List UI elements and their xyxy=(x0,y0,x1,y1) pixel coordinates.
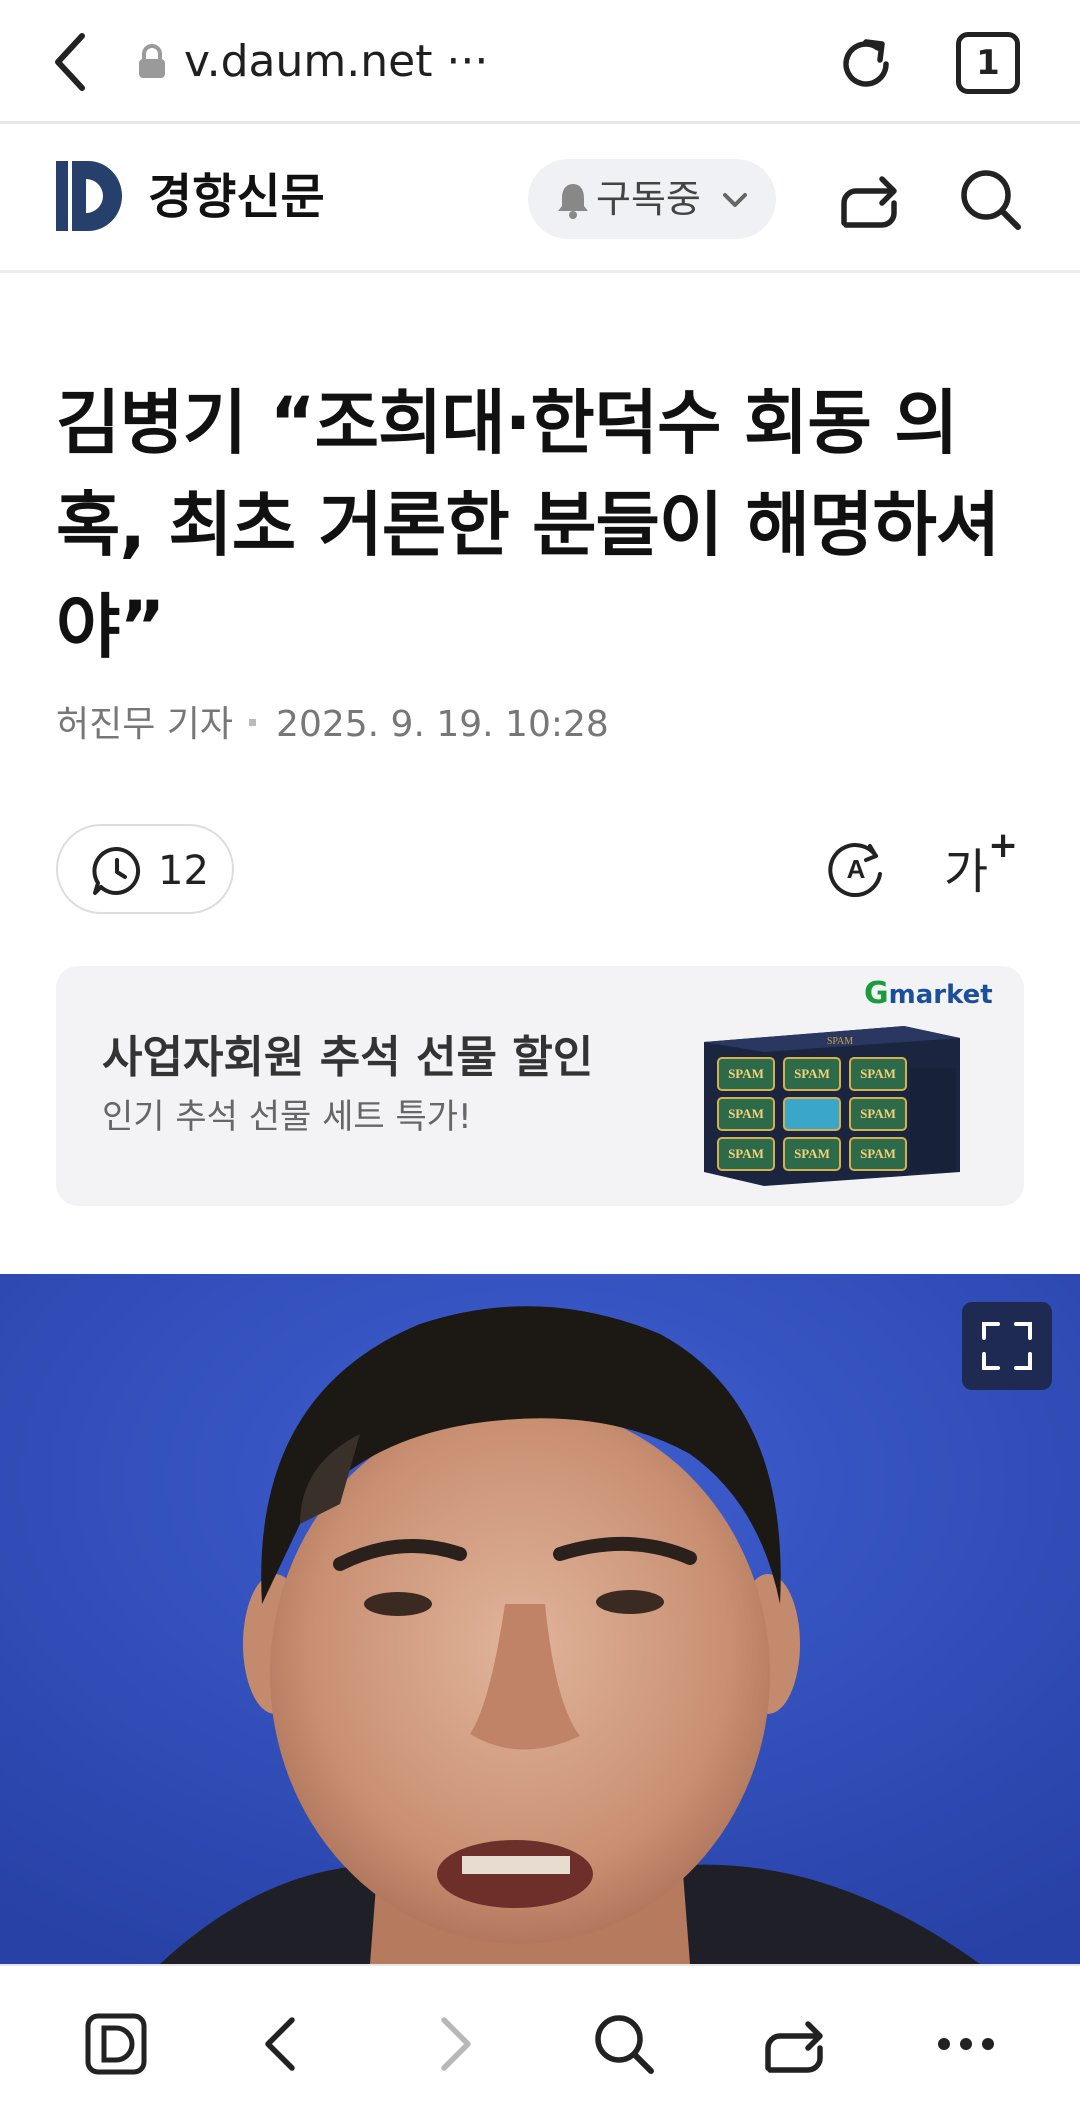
search-icon[interactable] xyxy=(956,165,1024,233)
expand-photo-button[interactable] xyxy=(962,1302,1052,1390)
chevron-down-icon xyxy=(723,193,747,207)
expand-icon xyxy=(982,1322,1032,1370)
gmarket-logo: Gmarket xyxy=(864,976,993,1011)
article-headline: 김병기 “조희대·한덕수 회동 의혹, 최초 거론한 분들이 해명하셔야” xyxy=(56,382,1000,668)
lock-icon xyxy=(139,44,165,78)
svg-text:SPAM: SPAM xyxy=(794,1066,830,1081)
font-size-label: 가 xyxy=(944,844,989,900)
portrait-illustration xyxy=(0,1274,1080,1964)
share-icon[interactable] xyxy=(836,167,902,233)
svg-text:SPAM: SPAM xyxy=(728,1066,764,1081)
subscribe-label: 구독중 xyxy=(596,177,701,221)
article-photo[interactable] xyxy=(0,1274,1080,1964)
svg-text:SPAM: SPAM xyxy=(728,1106,764,1121)
browser-url-bar: v.daum.net ··· 1 xyxy=(0,0,1080,124)
svg-text:SPAM: SPAM xyxy=(860,1066,896,1081)
svg-text:SPAM: SPAM xyxy=(860,1146,896,1161)
meta-separator xyxy=(249,718,257,726)
subscribe-button[interactable]: 구독중 xyxy=(528,159,776,239)
ad-banner[interactable]: Gmarket 사업자회원 추석 선물 할인 인기 추석 선물 세트 특가! S… xyxy=(56,966,1024,1206)
font-size-button[interactable]: 가 + xyxy=(944,826,1024,902)
url-text[interactable]: v.daum.net ··· xyxy=(184,34,488,90)
daum-logo-icon[interactable] xyxy=(56,161,124,231)
more-icon[interactable] xyxy=(930,2008,1002,2080)
svg-text:SPAM: SPAM xyxy=(728,1146,764,1161)
search-icon[interactable] xyxy=(588,2008,660,2080)
bell-icon xyxy=(558,184,588,219)
svg-text:SPAM: SPAM xyxy=(794,1146,830,1161)
svg-text:SPAM: SPAM xyxy=(827,1036,853,1047)
forward-icon[interactable] xyxy=(418,2008,490,2080)
daum-home-icon[interactable] xyxy=(80,2008,152,2080)
ad-subtitle: 인기 추석 선물 세트 특가! xyxy=(102,1097,472,1137)
reporter-name[interactable]: 허진무 기자 xyxy=(56,704,233,745)
gift-set-image: SPAM SPAM SPAM SPAM SPAM SPAM SPAM SPAM … xyxy=(704,1026,960,1186)
reload-icon[interactable] xyxy=(832,30,900,98)
back-icon[interactable] xyxy=(246,2008,318,2080)
site-header: 경향신문 구독중 xyxy=(0,127,1080,273)
font-size-plus: + xyxy=(988,825,1019,866)
text-to-speech-icon[interactable]: A xyxy=(826,838,886,898)
article-meta: 허진무 기자 2025. 9. 19. 10:28 xyxy=(56,700,609,750)
comment-count: 12 xyxy=(158,848,209,894)
comment-icon xyxy=(92,846,141,895)
share-icon[interactable] xyxy=(758,2008,830,2080)
comment-button[interactable]: 12 xyxy=(56,824,234,914)
svg-text:A: A xyxy=(847,854,866,884)
tab-count-button[interactable]: 1 xyxy=(956,32,1020,94)
ad-title: 사업자회원 추석 선물 할인 xyxy=(102,1032,594,1083)
back-icon[interactable] xyxy=(44,28,100,96)
publisher-name[interactable]: 경향신문 xyxy=(148,165,325,229)
article-datetime: 2025. 9. 19. 10:28 xyxy=(276,704,609,745)
svg-text:SPAM: SPAM xyxy=(860,1106,896,1121)
bottom-nav-bar xyxy=(0,1964,1080,2121)
